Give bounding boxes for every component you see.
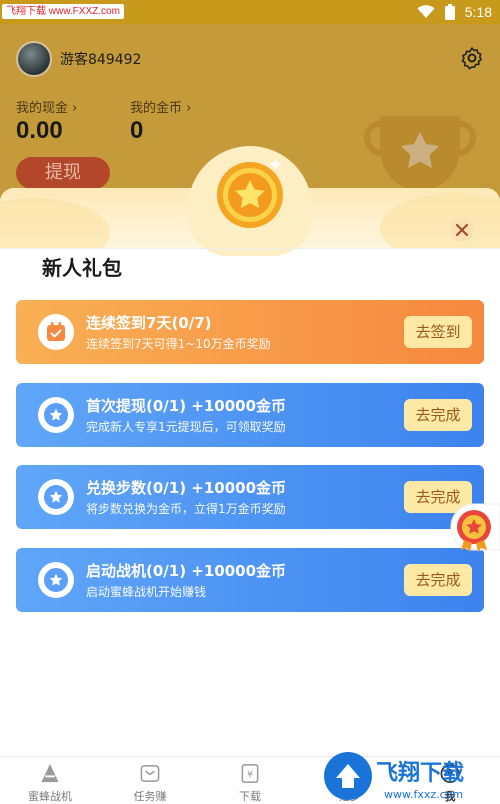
task-subtitle: 连续签到7天可得1~10万金币奖励 <box>86 337 271 351</box>
task-card-checkin: 连续签到7天(0/7) 连续签到7天可得1~10万金币奖励 去签到 <box>16 300 484 364</box>
star-badge-icon <box>44 403 68 427</box>
close-button[interactable] <box>450 218 474 242</box>
nav-label: 任务赚 <box>133 790 167 803</box>
task-subtitle: 启动蜜蜂战机开始赚钱 <box>86 585 207 599</box>
star-badge-icon <box>44 485 68 509</box>
task-subtitle: 完成新人专享1元提现后，可领取奖励 <box>86 420 286 434</box>
svg-text:¥: ¥ <box>247 769 253 780</box>
modal-title: 新人礼包 <box>42 256 122 280</box>
status-time: 5:18 <box>464 4 492 20</box>
bee-plane-icon <box>41 763 59 783</box>
task-card-first-withdraw: 首次提现(0/1) +10000金币 完成新人专享1元提现后，可领取奖励 去完成 <box>16 383 484 447</box>
watermark-logo: 飞翔下载 www.fxxz.com <box>324 752 464 801</box>
task-card-start-plane: 启动战机(0/1) +10000金币 启动蜜蜂战机开始赚钱 去完成 <box>16 548 484 612</box>
chevron-right-icon: › <box>182 101 192 116</box>
task-title: 连续签到7天(0/7) <box>86 314 212 332</box>
task-title: 启动战机(0/1) +10000金币 <box>86 562 287 580</box>
avatar[interactable] <box>16 41 52 77</box>
divider <box>0 248 500 249</box>
task-icon-wrap <box>38 479 74 515</box>
task-title: 首次提现(0/1) +10000金币 <box>86 397 287 415</box>
watermark-badge: 飞翔下载 www.FXXZ.com <box>2 4 124 19</box>
withdraw-button[interactable]: 提现 <box>16 157 110 189</box>
battery-icon <box>444 4 455 20</box>
coin-value: 0 <box>130 117 144 144</box>
nav-label: 下载 <box>239 790 261 803</box>
task-icon-wrap <box>38 397 74 433</box>
calendar-check-icon <box>47 322 65 341</box>
svg-text:www.fxxz.com: www.fxxz.com <box>384 788 463 801</box>
task-icon-wrap <box>38 314 74 350</box>
nav-label: 蜜蜂战机 <box>28 790 72 803</box>
floating-medal-icon[interactable] <box>448 502 500 552</box>
checkin-button[interactable]: 去签到 <box>404 316 472 348</box>
task-icon-wrap <box>38 562 74 598</box>
sparkle-icon: ✦ <box>268 155 284 176</box>
complete-button[interactable]: 去完成 <box>404 399 472 431</box>
task-title: 兑换步数(0/1) +10000金币 <box>86 479 287 497</box>
cash-value: 0.00 <box>16 117 63 144</box>
username: 游客849492 <box>60 52 142 68</box>
complete-button[interactable]: 去完成 <box>404 564 472 596</box>
task-subtitle: 将步数兑换为金币，立得1万金币奖励 <box>86 502 286 516</box>
cash-label[interactable]: 我的现金 › <box>16 97 77 116</box>
nav-item-bee-plane[interactable]: 蜜蜂战机 <box>0 757 100 804</box>
nav-item-task[interactable]: 任务赚 <box>100 757 200 804</box>
status-bar: 飞翔下载 www.FXXZ.com 5:18 <box>0 0 500 24</box>
svg-text:飞翔下载: 飞翔下载 <box>376 760 464 786</box>
coin-label[interactable]: 我的金币 › <box>130 97 191 116</box>
task-card-exchange-steps: 兑换步数(0/1) +10000金币 将步数兑换为金币，立得1万金币奖励 去完成 <box>16 465 484 529</box>
chevron-right-icon: › <box>68 101 78 116</box>
nav-item-download[interactable]: ¥ 下载 <box>200 757 300 804</box>
close-icon <box>456 224 468 236</box>
star-badge-icon <box>44 568 68 592</box>
gear-icon[interactable] <box>460 46 484 70</box>
wifi-icon <box>417 5 435 18</box>
task-icon <box>140 765 160 782</box>
download-icon: ¥ <box>241 764 259 783</box>
